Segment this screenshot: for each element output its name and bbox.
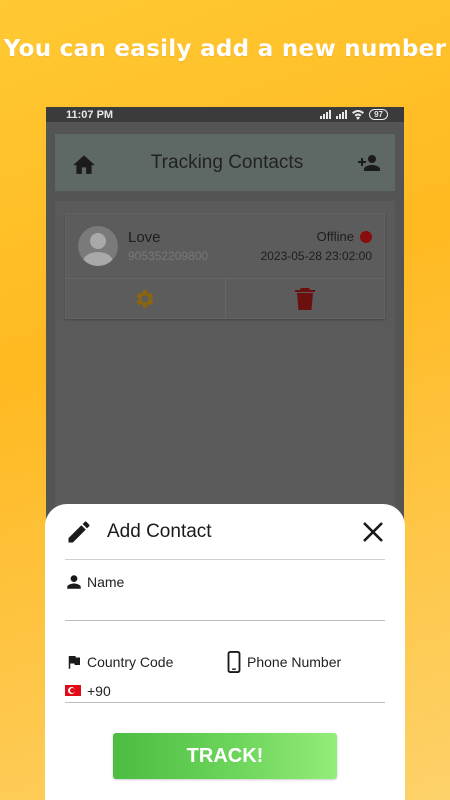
app-bar: Tracking Contacts [55, 134, 395, 191]
person-icon [67, 575, 81, 589]
close-icon[interactable] [361, 520, 385, 544]
country-code-select[interactable]: +90 [65, 679, 385, 703]
sheet-title: Add Contact [107, 520, 212, 542]
battery-indicator: 97 [369, 109, 388, 120]
track-button[interactable]: TRACK! [113, 733, 337, 779]
phone-icon [227, 651, 241, 673]
contact-name: Love [128, 229, 161, 246]
contact-number: 905352209800 [128, 249, 209, 263]
phone-number-label: Phone Number [247, 654, 342, 670]
wifi-icon [352, 109, 365, 120]
add-person-icon[interactable] [357, 153, 381, 173]
turkey-flag-icon [65, 685, 81, 696]
contact-settings-button[interactable] [66, 279, 225, 318]
promo-headline: You can easily add a new number [3, 36, 447, 62]
flag-icon [68, 656, 80, 669]
status-dot-icon [360, 230, 372, 243]
contact-delete-button[interactable] [224, 279, 385, 318]
gear-icon [136, 289, 154, 308]
home-icon[interactable] [71, 151, 97, 175]
status-badge: Offline [316, 229, 354, 244]
contact-card[interactable]: Love 905352209800 Offline 2023-05-28 23:… [65, 213, 385, 319]
app-title: Tracking Contacts [150, 151, 304, 173]
signal-icon [320, 110, 332, 119]
country-code-label: Country Code [87, 654, 174, 670]
signal-icon [336, 110, 348, 119]
status-time: 11:07 PM [66, 108, 114, 121]
name-input[interactable] [65, 591, 385, 621]
name-label: Name [87, 574, 125, 590]
trash-icon [294, 287, 315, 310]
pencil-icon [68, 520, 90, 542]
avatar [78, 226, 118, 266]
status-bar: 11:07 PM 97 [46, 107, 404, 122]
last-seen-time: 2023-05-28 23:02:00 [260, 249, 372, 263]
country-code-value: +90 [87, 682, 111, 699]
add-contact-sheet: Add Contact Name Country Code Phone Numb… [45, 504, 405, 800]
